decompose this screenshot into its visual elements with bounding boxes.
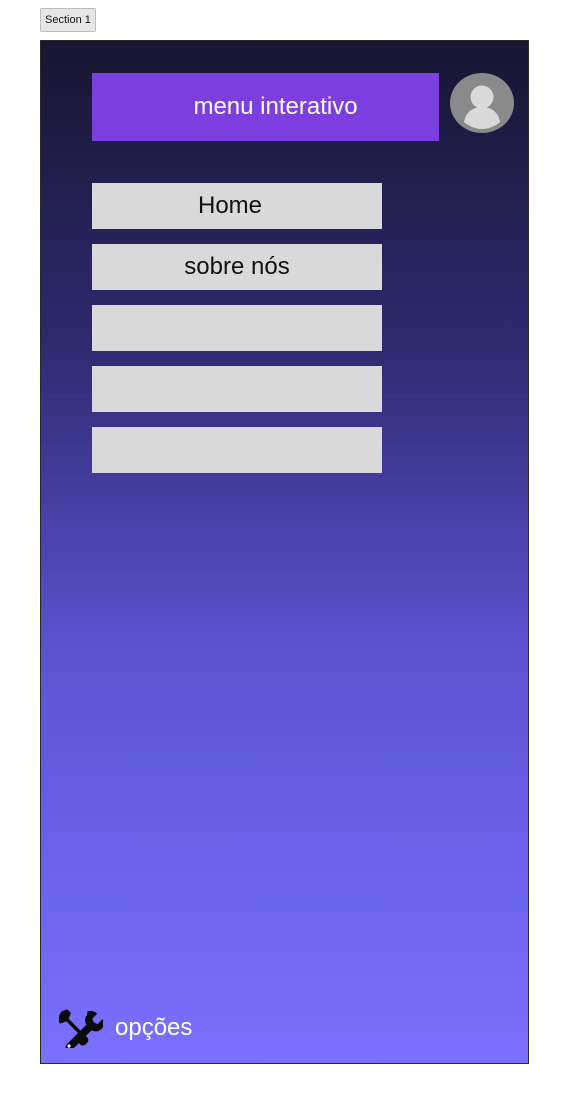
tools-icon (59, 1008, 103, 1048)
menu-item-home[interactable]: Home (92, 183, 382, 229)
user-avatar-icon (464, 85, 500, 129)
menu-item-5[interactable] (92, 427, 382, 473)
menu-header: menu interativo (92, 73, 439, 141)
section-tab[interactable]: Section 1 (40, 8, 96, 32)
menu-item-sobre-nos[interactable]: sobre nós (92, 244, 382, 290)
app-frame: menu interativo Home sobre nós opções (40, 40, 529, 1064)
menu-item-4[interactable] (92, 366, 382, 412)
user-avatar-button[interactable] (450, 73, 514, 133)
menu-item-3[interactable] (92, 305, 382, 351)
menu-item-label: Home (197, 192, 263, 219)
section-tab-label: Section 1 (45, 14, 91, 26)
options-button[interactable]: opções (59, 1007, 192, 1049)
options-label: opções (115, 1014, 193, 1041)
menu-header-title: menu interativo (193, 93, 358, 120)
menu-item-label: sobre nós (184, 253, 290, 280)
